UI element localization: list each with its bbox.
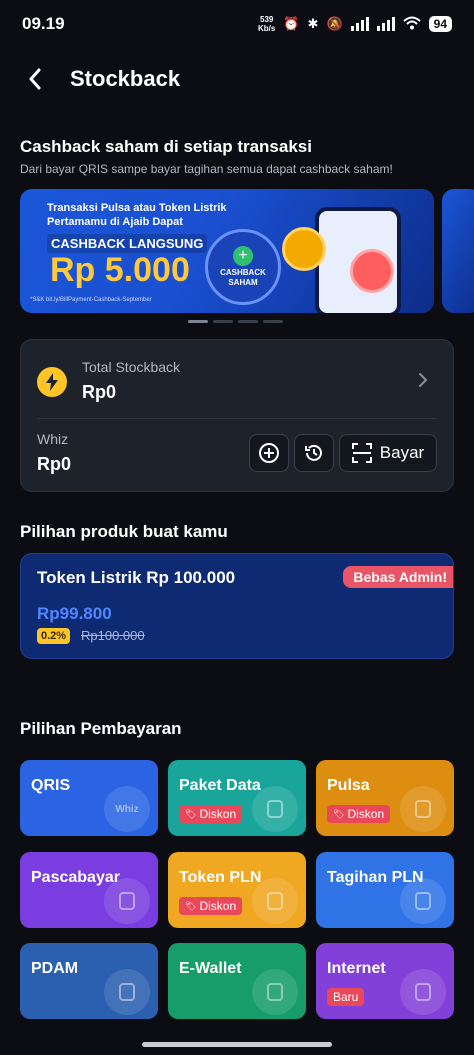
badge-line2: SAHAM [228, 278, 258, 287]
mute-icon: 🔕 [326, 16, 343, 31]
home-indicator[interactable] [142, 1042, 332, 1047]
tag-icon: 🏷 [185, 808, 197, 819]
network-speed-value: 539 [260, 15, 274, 24]
carousel-indicator [188, 320, 283, 323]
carousel-dot [238, 320, 258, 323]
chevron-right-icon[interactable] [415, 370, 431, 390]
payment-tile-label: Token PLN [179, 869, 262, 886]
qr-code-icon: Whiz [104, 786, 150, 832]
pay-button[interactable]: Bayar [339, 434, 437, 472]
total-stockback-value: Rp0 [82, 382, 117, 402]
payment-tile-qris[interactable]: Whiz QRIS [20, 760, 158, 836]
carousel-dot [263, 320, 283, 323]
payment-tile-label: Paket Data [179, 777, 261, 794]
total-stockback-label: Total Stockback [82, 359, 181, 375]
product-price: Rp99.800 [37, 604, 112, 623]
products-section-title: Pilihan produk buat kamu [20, 522, 228, 541]
wifi-icon [402, 16, 421, 33]
payment-tile-paket-data[interactable]: Paket Data 🏷 Diskon [168, 760, 306, 836]
phone-icon [400, 786, 446, 832]
carousel-dot [188, 320, 208, 323]
free-admin-badge: Bebas Admin! [343, 566, 453, 588]
signal-icon [350, 17, 369, 31]
tile-badge-label: Diskon [199, 807, 237, 821]
whiz-value: Rp0 [37, 454, 72, 474]
back-arrow-icon[interactable] [24, 68, 46, 90]
page-title: Stockback [70, 66, 181, 91]
stockback-card: Total Stockback Rp0 Whiz Rp0 Bayar [20, 339, 454, 492]
discount-tag: Baru [327, 988, 365, 1006]
payment-tile-label: Tagihan PLN [327, 869, 424, 886]
tag-icon: 🏷 [185, 900, 197, 911]
badge-line1: CASHBACK [220, 268, 266, 277]
promo-subtitle: Dari bayar QRIS sampe bayar tagihan semu… [20, 162, 393, 176]
payment-tile-label: QRIS [31, 777, 71, 794]
status-icons: 539 Kb/s ⏰ ✱ 🔕 94 [258, 15, 452, 33]
router-icon [400, 969, 446, 1015]
payment-tile-label: Pascabayar [31, 869, 120, 886]
cashback-saham-badge: + CASHBACK SAHAM [205, 229, 281, 305]
network-speed-unit: Kb/s [258, 24, 276, 33]
faucet-icon [104, 969, 150, 1015]
discount-tag: 🏷 Diskon [179, 897, 243, 915]
payment-tile-pulsa[interactable]: Pulsa 🏷 Diskon [316, 760, 454, 836]
bluetooth-icon: ✱ [307, 16, 319, 31]
banner-line2: Pertamamu di Ajaib Dapat [47, 216, 183, 228]
tile-badge-label: Baru [333, 990, 359, 1004]
signal-icon-2 [376, 17, 395, 31]
history-icon [305, 444, 322, 461]
status-time: 09.19 [22, 14, 65, 33]
payment-tile-token-pln[interactable]: Token PLN 🏷 Diskon [168, 852, 306, 928]
promo-banner-next[interactable] [442, 189, 474, 313]
discount-tag: 🏷 Diskon [179, 805, 243, 823]
tile-deco-label: Whiz [115, 803, 139, 815]
banner-amount: Rp 5.000 [50, 251, 190, 289]
history-button[interactable] [294, 434, 334, 472]
payment-tile-internet[interactable]: Internet Baru [316, 943, 454, 1019]
payments-section-title: Pilihan Pembayaran [20, 719, 182, 738]
alarm-icon: ⏰ [283, 16, 300, 31]
tile-badge-label: Diskon [347, 807, 385, 821]
product-name: Token Listrik Rp 100.000 [37, 568, 236, 587]
tile-badge-label: Diskon [199, 899, 237, 913]
status-bar: 09.19 539 Kb/s ⏰ ✱ 🔕 94 [0, 0, 474, 48]
payment-tile-tagihan-pln[interactable]: Tagihan PLN [316, 852, 454, 928]
payment-tile-label: E-Wallet [179, 960, 242, 977]
payment-tile-label: PDAM [31, 960, 79, 977]
promo-banner[interactable]: Transaksi Pulsa atau Token Listrik Perta… [20, 189, 434, 313]
coin-illustration-2 [350, 249, 394, 293]
app-header: Stockback [0, 56, 474, 102]
plus-icon: + [233, 246, 253, 266]
lightning-icon [37, 367, 67, 397]
add-button[interactable] [249, 434, 289, 472]
payment-tile-pdam[interactable]: PDAM [20, 943, 158, 1019]
product-old-price: Rp100.000 [81, 628, 145, 643]
banner-note: *S&K bit.ly/BillPayment-Cashback-Septemb… [30, 297, 152, 303]
battery-indicator: 94 [428, 16, 452, 32]
tag-icon: 🏷 [333, 808, 345, 819]
payment-tile-e-wallet[interactable]: E-Wallet [168, 943, 306, 1019]
carousel-dot [213, 320, 233, 323]
wallet-icon [252, 969, 298, 1015]
pay-button-label: Bayar [379, 443, 425, 462]
payment-tile-pascabayar[interactable]: Pascabayar [20, 852, 158, 928]
discount-badge: 0.2% [37, 628, 71, 644]
scan-icon [351, 443, 372, 463]
promo-title: Cashback saham di setiap transaksi [20, 137, 312, 156]
product-card[interactable]: Token Listrik Rp 100.000 Bebas Admin! Rp… [20, 553, 454, 659]
banner-line1: Transaksi Pulsa atau Token Listrik [47, 202, 227, 214]
whiz-label: Whiz [37, 431, 69, 447]
plus-circle-icon [259, 443, 279, 463]
discount-tag: 🏷 Diskon [327, 805, 391, 823]
coin-illustration [282, 227, 326, 271]
payment-tile-label: Pulsa [327, 777, 370, 794]
divider [37, 418, 437, 419]
payment-tile-label: Internet [327, 960, 386, 977]
network-speed: 539 Kb/s [258, 15, 275, 33]
